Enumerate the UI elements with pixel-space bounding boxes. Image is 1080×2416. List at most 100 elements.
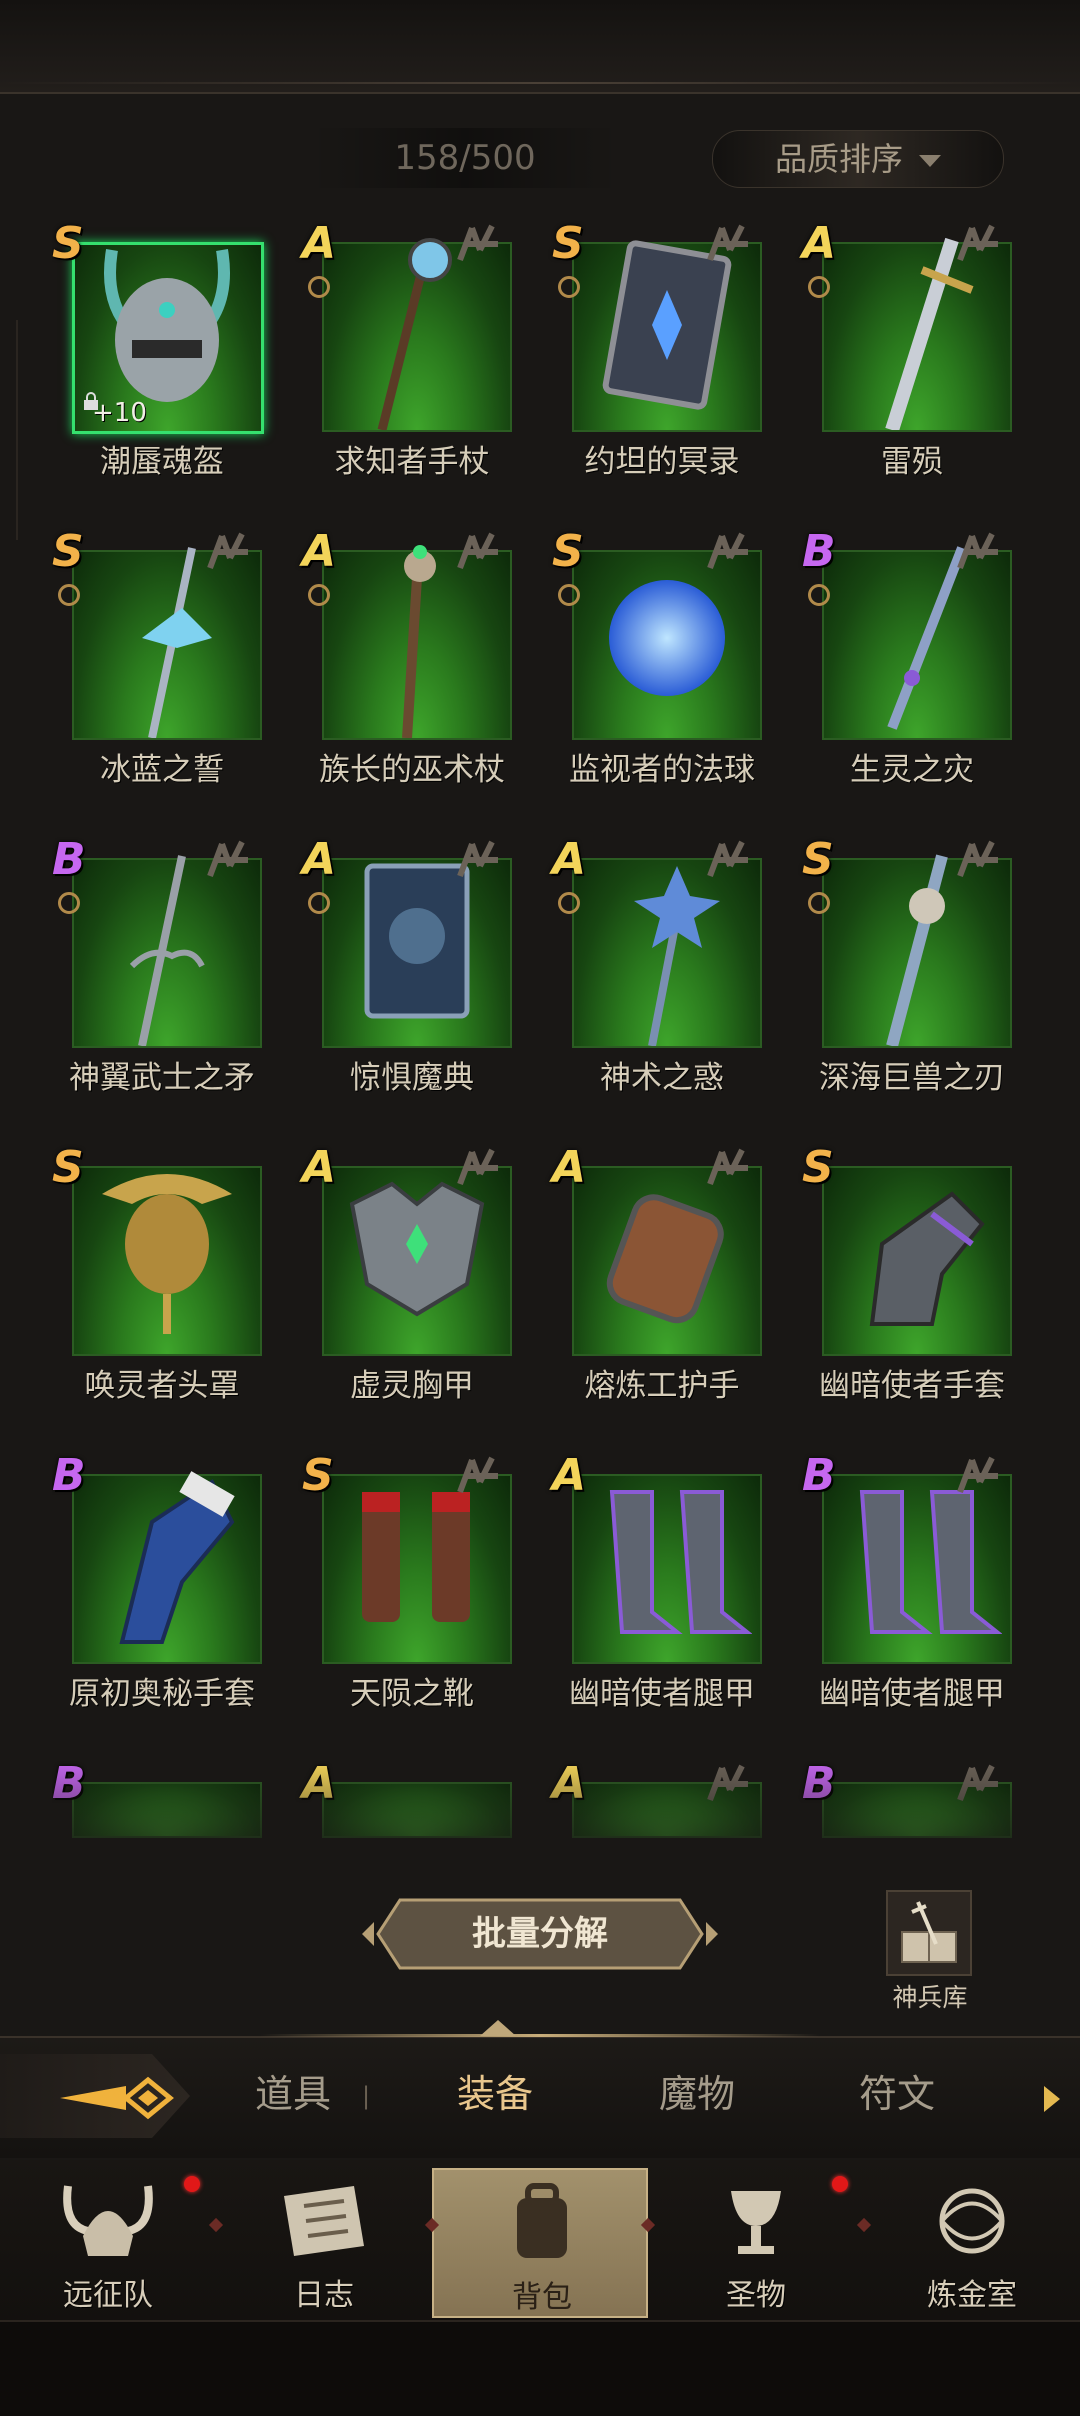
grade-badge: B — [52, 834, 86, 885]
equipment-slot[interactable]: B 生灵之灾 — [802, 528, 1022, 828]
rune-socket-icon — [457, 840, 498, 878]
category-tab-bar: 道具 | 装备 魔物 符文 — [0, 2020, 1080, 2158]
rune-socket-icon — [707, 840, 748, 878]
batch-dismantle-button[interactable]: 批量分解 — [360, 1896, 720, 1972]
sort-dropdown[interactable]: 品质排序 — [712, 130, 1004, 188]
socket-ring-icon — [58, 584, 80, 606]
item-name: 幽暗使者腿甲 — [569, 1676, 755, 1712]
nav-item[interactable]: 远征队 — [0, 2168, 216, 2318]
armory-book-icon — [886, 1890, 972, 1976]
nav-item[interactable]: 背包 — [432, 2168, 648, 2318]
equipment-slot[interactable]: A 族长的巫术杖 — [302, 528, 522, 828]
rune-socket-icon — [207, 840, 248, 878]
nav-label: 日志 — [294, 2278, 354, 2313]
item-name: 唤灵者头罩 — [84, 1368, 240, 1404]
equipment-slot[interactable]: A 熔炼工护手 — [552, 1144, 772, 1444]
armory-button[interactable]: 神兵库 — [880, 1890, 980, 2012]
grade-badge: A — [552, 1450, 587, 1501]
equipment-slot[interactable]: S +10 潮蜃魂盔 — [52, 220, 272, 520]
socket-ring-icon — [558, 892, 580, 914]
grade-badge: S — [802, 834, 834, 885]
grade-badge: A — [302, 1142, 337, 1193]
equipment-slot[interactable]: S 冰蓝之誓 — [52, 528, 272, 828]
rune-socket-icon — [957, 840, 998, 878]
grade-badge: A — [302, 834, 337, 885]
tab-separator: | — [362, 2082, 371, 2110]
item-name: 深海巨兽之刃 — [819, 1060, 1005, 1096]
item-name: 求知者手杖 — [334, 444, 490, 480]
equipment-slot[interactable]: S 约坦的冥录 — [552, 220, 772, 520]
rune-socket-icon — [707, 1148, 748, 1186]
grade-badge: S — [52, 526, 84, 577]
item-name: 潮蜃魂盔 — [100, 444, 224, 480]
equipment-slot[interactable]: A 惊惧魔典 — [302, 836, 522, 1136]
rune-socket-icon — [457, 1456, 498, 1494]
equipment-slot[interactable]: B 幽暗使者腿甲 — [802, 1452, 1022, 1752]
equipment-slot[interactable]: S 深海巨兽之刃 — [802, 836, 1022, 1136]
rune-socket-icon — [957, 532, 998, 570]
grade-badge: A — [802, 220, 837, 269]
sort-label: 品质排序 — [774, 140, 903, 178]
nav-item[interactable]: 炼金室 — [864, 2168, 1080, 2318]
left-edge-decoration — [0, 320, 18, 540]
equipment-slot[interactable]: A 虚灵胸甲 — [302, 1144, 522, 1444]
tab-equipment[interactable]: 装备 — [420, 2064, 570, 2124]
grade-badge: S — [52, 1142, 84, 1193]
item-name: 神术之惑 — [600, 1060, 724, 1096]
item-name: 族长的巫术杖 — [319, 752, 505, 788]
back-button[interactable] — [0, 2054, 190, 2138]
tab-runes[interactable]: 符文 — [822, 2064, 972, 2124]
notification-dot — [184, 2176, 200, 2192]
grade-badge: S — [802, 1142, 834, 1193]
equipment-slot[interactable]: A 求知者手杖 — [302, 220, 522, 520]
tab-monsters[interactable]: 魔物 — [622, 2064, 772, 2124]
rune-socket-icon — [707, 224, 748, 262]
equipment-slot[interactable]: S 唤灵者头罩 — [52, 1144, 272, 1444]
item-name: 虚灵胸甲 — [350, 1368, 474, 1404]
socket-ring-icon — [308, 584, 330, 606]
item-name: 幽暗使者腿甲 — [819, 1676, 1005, 1712]
equipment-slot[interactable]: A 雷殒 — [802, 220, 1022, 520]
inventory-capacity: 158/500 — [310, 128, 620, 188]
rune-socket-icon — [957, 1456, 998, 1494]
nav-label: 背包 — [512, 2280, 572, 2315]
nav-label: 圣物 — [726, 2278, 786, 2313]
equipment-slot[interactable]: S 天陨之靴 — [302, 1452, 522, 1752]
socket-ring-icon — [308, 892, 330, 914]
grade-badge: A — [552, 1142, 587, 1193]
nav-label: 炼金室 — [927, 2278, 1017, 2313]
item-name: 雷殒 — [881, 444, 943, 480]
item-name: 神翼武士之矛 — [69, 1060, 255, 1096]
nav-item[interactable]: 日志 — [216, 2168, 432, 2318]
grade-badge: S — [552, 526, 584, 577]
grade-badge: S — [302, 1450, 334, 1501]
chevron-down-icon — [919, 155, 941, 167]
notification-dot — [832, 2176, 848, 2192]
grade-badge: B — [52, 1450, 86, 1501]
tab-scroll-right-icon[interactable] — [1044, 2086, 1060, 2112]
enhance-level: +10 — [92, 398, 147, 428]
grade-badge: B — [802, 526, 836, 577]
equipment-slot[interactable]: A 神术之惑 — [552, 836, 772, 1136]
rune-socket-icon — [957, 224, 998, 262]
item-name: 幽暗使者手套 — [819, 1368, 1005, 1404]
tab-items[interactable]: 道具 — [218, 2064, 368, 2124]
nav-label: 远征队 — [63, 2278, 153, 2313]
item-name: 生灵之灾 — [850, 752, 974, 788]
item-name: 约坦的冥录 — [584, 444, 740, 480]
rune-socket-icon — [457, 532, 498, 570]
nav-item[interactable]: 圣物 — [648, 2168, 864, 2318]
grade-badge: A — [302, 526, 337, 577]
item-name: 天陨之靴 — [350, 1676, 474, 1712]
socket-ring-icon — [808, 892, 830, 914]
armory-label: 神兵库 — [892, 1983, 968, 2012]
grade-badge: A — [302, 220, 337, 269]
equipment-slot[interactable]: B 神翼武士之矛 — [52, 836, 272, 1136]
socket-ring-icon — [808, 276, 830, 298]
socket-ring-icon — [58, 892, 80, 914]
equipment-slot[interactable]: S 幽暗使者手套 — [802, 1144, 1022, 1444]
equipment-slot[interactable]: S 监视者的法球 — [552, 528, 772, 828]
grade-badge: S — [52, 220, 84, 269]
equipment-slot[interactable]: B 原初奥秘手套 — [52, 1452, 272, 1752]
equipment-slot[interactable]: A 幽暗使者腿甲 — [552, 1452, 772, 1752]
